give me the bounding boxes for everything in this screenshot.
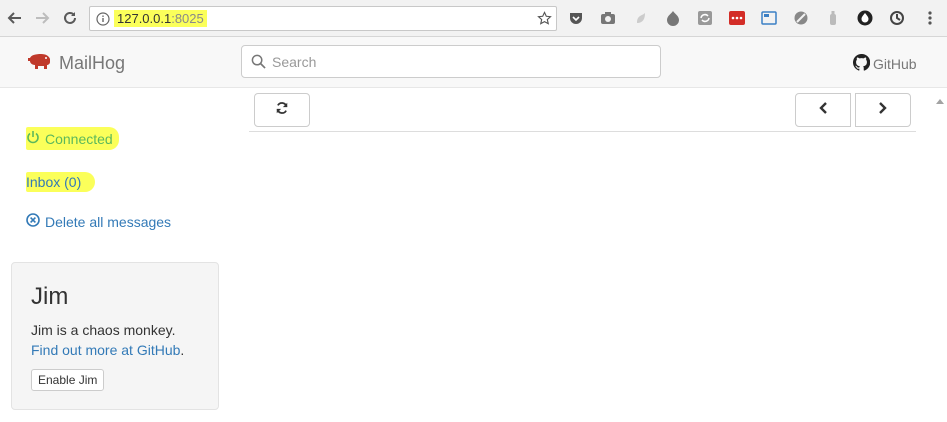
camera-icon[interactable] [600, 10, 616, 26]
sidebar-item-inbox[interactable]: Inbox (0) [26, 172, 96, 192]
app-navbar: MailHog GitHub [0, 37, 947, 88]
delete-all-messages-link[interactable]: Delete all messages [26, 213, 171, 230]
search-box[interactable] [241, 45, 661, 78]
browser-toolbar: 127.0.0.1:8025 [0, 0, 947, 37]
connection-status: Connected [26, 127, 119, 150]
delete-label: Delete all messages [45, 213, 172, 230]
jim-link-suffix: . [180, 342, 185, 358]
chevron-left-icon [818, 101, 828, 119]
close-circle-icon [26, 213, 40, 230]
lastpass-icon[interactable] [729, 10, 745, 26]
github-icon [852, 53, 871, 74]
forward-icon[interactable] [33, 9, 51, 27]
refresh-icon [275, 101, 289, 120]
brand-link[interactable]: MailHog [27, 52, 125, 75]
address-bar[interactable]: 127.0.0.1:8025 [89, 6, 557, 31]
reload-icon[interactable] [61, 9, 79, 27]
github-label: GitHub [873, 56, 917, 72]
search-input[interactable] [272, 52, 652, 72]
url-text[interactable]: 127.0.0.1:8025 [114, 10, 207, 27]
block-icon[interactable] [793, 10, 809, 26]
bookmark-star-icon[interactable] [537, 11, 552, 31]
refresh-extension-icon[interactable] [889, 10, 905, 26]
flame-icon[interactable] [857, 10, 873, 26]
jim-title: Jim [31, 283, 69, 310]
pocket-icon[interactable] [568, 10, 584, 26]
power-icon [26, 130, 40, 147]
extension-icon[interactable] [633, 10, 649, 26]
toolbar-divider [249, 131, 916, 132]
back-icon[interactable] [6, 9, 24, 27]
menu-icon[interactable] [922, 10, 938, 26]
brand-name: MailHog [59, 53, 126, 73]
previous-page-button[interactable] [795, 93, 851, 127]
info-icon[interactable] [96, 12, 110, 31]
connected-label: Connected [45, 130, 113, 147]
jim-github-link[interactable]: Find out more at GitHub [31, 342, 180, 358]
jim-description-block: Jim is a chaos monkey. Find out more at … [31, 320, 184, 360]
cast-icon[interactable] [761, 10, 777, 26]
drupal-icon[interactable] [665, 10, 681, 26]
jim-panel: Jim Jim is a chaos monkey. Find out more… [11, 262, 219, 410]
pig-logo-icon [27, 52, 51, 75]
inbox-label: Inbox (0) [26, 174, 82, 190]
scroll-up-arrow-icon[interactable] [935, 92, 945, 104]
enable-jim-button[interactable]: Enable Jim [31, 369, 105, 391]
chevron-right-icon [878, 101, 888, 119]
bottle-icon[interactable] [825, 10, 841, 26]
github-link[interactable]: GitHub [852, 53, 917, 74]
search-icon [251, 54, 266, 74]
next-page-button[interactable] [855, 93, 911, 127]
refresh-button[interactable] [254, 93, 310, 127]
sync-icon[interactable] [697, 10, 713, 26]
jim-description: Jim is a chaos monkey. [31, 322, 176, 338]
